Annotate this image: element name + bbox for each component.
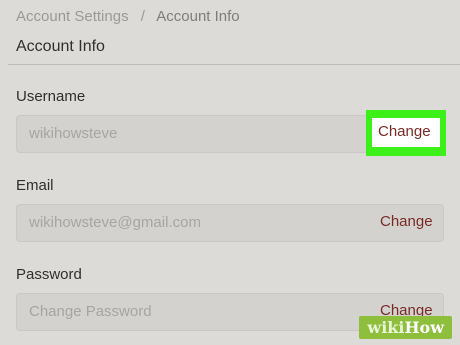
change-username-highlight-inner: Change	[372, 118, 440, 147]
breadcrumb: Account Settings / Account Info	[16, 8, 240, 25]
email-value: wikihowsteve@gmail.com	[29, 214, 201, 231]
wikihow-watermark: wikiHow	[359, 316, 452, 339]
breadcrumb-parent-link[interactable]: Account Settings	[16, 8, 129, 25]
breadcrumb-current: Account Info	[156, 8, 240, 25]
page-title: Account Info	[16, 38, 105, 55]
email-label: Email	[16, 177, 54, 194]
watermark-how: How	[404, 318, 444, 337]
password-label: Password	[16, 266, 82, 283]
breadcrumb-separator: /	[140, 8, 145, 25]
change-username-button[interactable]: Change	[378, 123, 431, 140]
change-email-button[interactable]: Change	[380, 213, 433, 230]
watermark-wiki: wiki	[367, 318, 405, 337]
username-value: wikihowsteve	[29, 125, 118, 142]
change-username-highlight: Change	[366, 110, 446, 156]
title-divider	[8, 64, 460, 65]
username-label: Username	[16, 88, 86, 105]
password-value: Change Password	[29, 303, 152, 320]
